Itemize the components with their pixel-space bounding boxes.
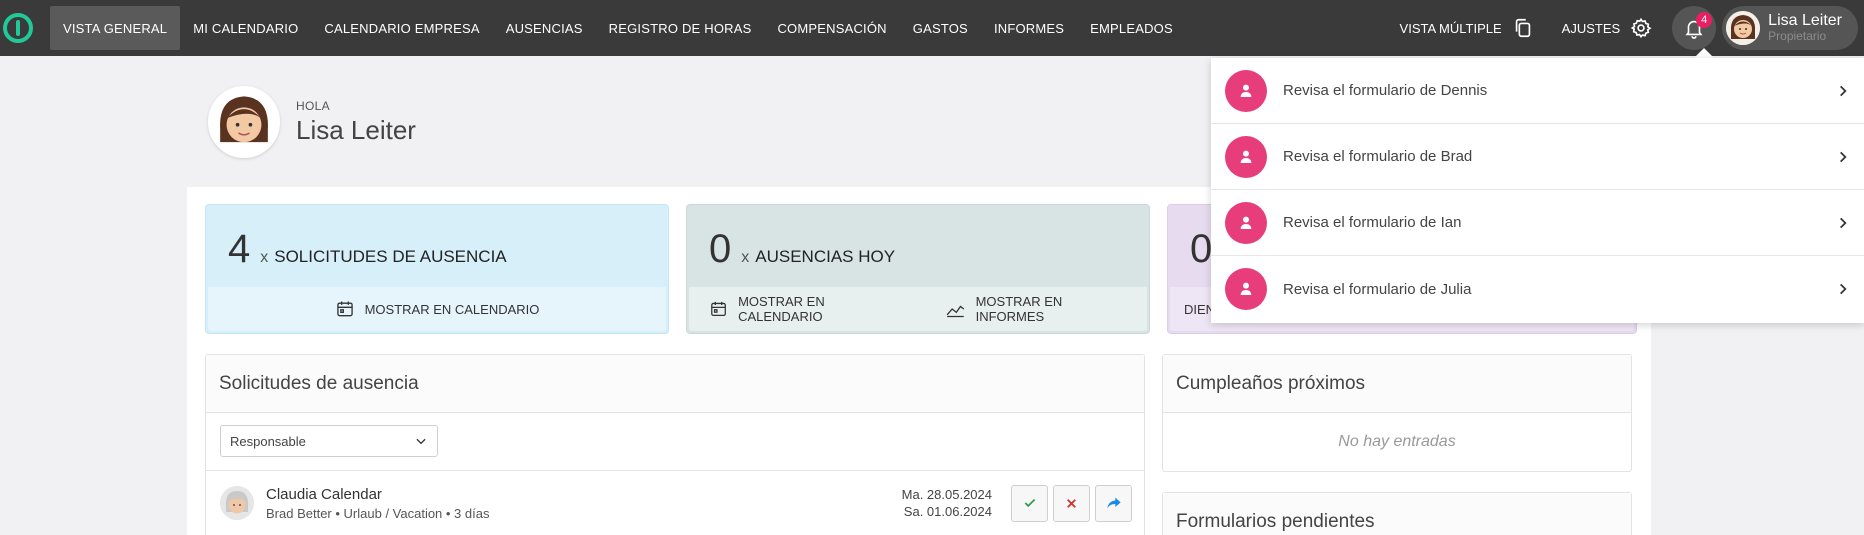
card-title: Solicitudes de ausencia	[206, 355, 1144, 413]
show-in-reports-link[interactable]: MOSTRAR EN INFORMES	[945, 294, 1127, 324]
nav-item-registro-horas[interactable]: REGISTRO DE HORAS	[596, 6, 765, 50]
user-icon	[1225, 69, 1267, 112]
multi-view-button[interactable]: VISTA MÚLTIPLE	[1386, 17, 1548, 39]
stat-count: 0	[709, 227, 732, 271]
check-icon	[1024, 498, 1035, 508]
request-date-from: Ma. 28.05.2024	[901, 487, 992, 502]
stat-count: 4	[228, 227, 251, 271]
notification-item[interactable]: Revisa el formulario de Dennis	[1211, 58, 1864, 124]
avatar	[208, 86, 280, 158]
user-icon	[1225, 201, 1267, 244]
stat-label: AUSENCIAS HOY	[755, 247, 896, 266]
notification-text: Revisa el formulario de Julia	[1283, 280, 1472, 298]
line-chart-icon	[946, 305, 964, 318]
stat-absence-requests: 4 x SOLICITUDES DE AUSENCIA MOSTRAR EN C…	[205, 204, 669, 334]
notification-item[interactable]: Revisa el formulario de Brad	[1211, 124, 1864, 190]
settings-label: AJUSTES	[1561, 20, 1621, 36]
link-label: MOSTRAR EN CALENDARIO	[738, 294, 825, 324]
absence-requests-card: Solicitudes de ausencia Responsable Clau…	[205, 354, 1145, 535]
pending-forms-card: Formularios pendientes	[1162, 492, 1632, 535]
nav-right: VISTA MÚLTIPLE AJUSTES 4 Lisa Leiter Pro…	[1386, 0, 1864, 56]
link-label: MOSTRAR EN CALENDARIO	[364, 301, 540, 317]
forward-button[interactable]	[1095, 484, 1132, 522]
avatar	[1726, 11, 1761, 45]
share-forward-icon	[1106, 497, 1121, 509]
stat-count: 0	[1190, 227, 1213, 271]
responsible-filter-select[interactable]: Responsable	[220, 425, 438, 457]
user-name: Lisa Leiter	[1768, 12, 1842, 30]
notification-count-badge: 4	[1696, 12, 1713, 28]
notification-text: Revisa el formulario de Brad	[1283, 148, 1473, 165]
copy-icon	[1515, 18, 1530, 38]
chevron-right-icon	[1840, 85, 1847, 96]
card-title: Cumpleaños próximos	[1163, 355, 1631, 413]
close-icon	[1067, 498, 1076, 508]
card-title: Formularios pendientes	[1163, 493, 1631, 535]
reject-button[interactable]	[1053, 484, 1090, 522]
greeting-name: Lisa Leiter	[296, 114, 416, 145]
nav-item-vista-general[interactable]: VISTA GENERAL	[50, 6, 181, 50]
user-icon	[1225, 135, 1267, 178]
show-in-calendar-link[interactable]: MOSTRAR EN CALENDARIO	[335, 299, 540, 319]
chevron-right-icon	[1840, 217, 1847, 228]
request-meta: Brad Better • Urlaub / Vacation • 3 días	[266, 505, 490, 521]
nav-item-informes[interactable]: INFORMES	[981, 6, 1077, 50]
notification-text: Revisa el formulario de Ian	[1283, 214, 1462, 231]
upcoming-birthdays-card: Cumpleaños próximos No hay entradas	[1162, 354, 1632, 472]
user-role: Propietario	[1768, 29, 1827, 44]
top-navbar: VISTA GENERAL MI CALENDARIO CALENDARIO E…	[0, 0, 1864, 56]
select-value: Responsable	[230, 433, 306, 449]
notifications-button[interactable]: 4	[1672, 6, 1717, 50]
settings-button[interactable]: AJUSTES	[1548, 17, 1667, 39]
user-menu[interactable]: Lisa Leiter Propietario	[1722, 6, 1858, 50]
nav-item-mi-calendario[interactable]: MI CALENDARIO	[180, 6, 311, 50]
table-row: Claudia Calendar Brad Better • Urlaub / …	[220, 481, 1132, 525]
avatar	[220, 486, 254, 520]
nav-item-gastos[interactable]: GASTOS	[900, 6, 981, 50]
request-employee-name: Claudia Calendar	[266, 485, 382, 503]
chevron-right-icon	[1840, 151, 1847, 162]
notification-text: Revisa el formulario de Dennis	[1283, 82, 1488, 99]
notification-item[interactable]: Revisa el formulario de Julia	[1211, 256, 1864, 322]
nav-item-compensacion[interactable]: COMPENSACIÓN	[764, 6, 899, 50]
show-in-calendar-link[interactable]: MOSTRAR EN CALENDARIO	[709, 294, 905, 324]
nav-item-empleados[interactable]: EMPLEADOS	[1077, 6, 1186, 50]
user-icon	[1225, 268, 1267, 310]
notifications-dropdown: Revisa el formulario de Dennis Revisa el…	[1211, 58, 1864, 323]
stat-absences-today: 0 x AUSENCIAS HOY MOSTRAR EN CALENDARIO …	[686, 204, 1150, 334]
stat-multiplier: x	[741, 249, 750, 266]
greeting-hello: HOLA	[296, 98, 330, 113]
stat-label: SOLICITUDES DE AUSENCIA	[274, 247, 507, 266]
chevron-down-icon	[416, 438, 426, 445]
chevron-right-icon	[1840, 283, 1847, 295]
dropdown-caret	[1694, 48, 1714, 58]
gear-icon	[1630, 17, 1652, 39]
nav-item-calendario-empresa[interactable]: CALENDARIO EMPRESA	[311, 6, 492, 50]
request-date-to: Sa. 01.06.2024	[903, 504, 992, 519]
link-label: MOSTRAR EN INFORMES	[975, 294, 1063, 324]
nav-item-ausencias[interactable]: AUSENCIAS	[493, 6, 596, 50]
app-logo[interactable]	[0, 0, 36, 56]
empty-state: No hay entradas	[1338, 433, 1456, 450]
notification-item[interactable]: Revisa el formulario de Ian	[1211, 190, 1864, 256]
stat-multiplier: x	[260, 249, 269, 266]
approve-button[interactable]	[1011, 484, 1048, 522]
calendar-icon	[711, 301, 726, 316]
greeting: HOLA Lisa Leiter	[208, 86, 416, 158]
main-nav: VISTA GENERAL MI CALENDARIO CALENDARIO E…	[50, 0, 1186, 56]
calendar-icon	[336, 301, 353, 317]
multi-view-label: VISTA MÚLTIPLE	[1399, 20, 1502, 36]
